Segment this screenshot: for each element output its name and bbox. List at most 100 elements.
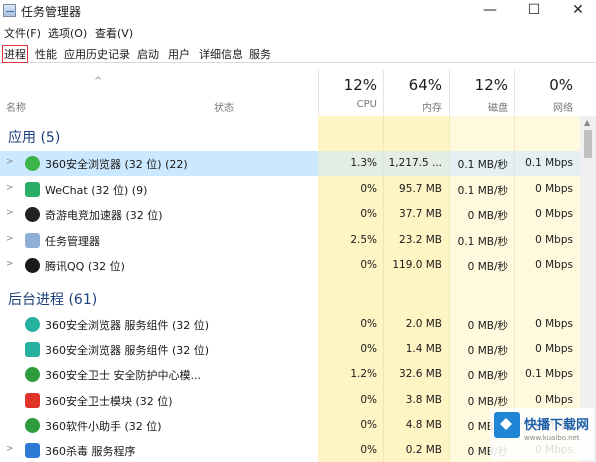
column-divider (383, 70, 384, 115)
expand-chevron-icon[interactable]: > (6, 183, 14, 193)
process-network: 0 Mbps (535, 233, 573, 246)
expand-chevron-icon[interactable]: > (6, 444, 14, 454)
process-memory: 1,217.5 ... (388, 157, 442, 169)
process-cpu: 0% (360, 208, 377, 220)
process-network: 0 Mbps (535, 208, 573, 220)
process-memory: 32.6 MB (399, 368, 442, 381)
process-disk: 0 MB/秒 (467, 395, 508, 408)
process-cpu: 1.2% (350, 368, 377, 381)
column-header-network[interactable]: 网络 (516, 99, 573, 114)
process-cpu: 2.5% (350, 233, 377, 246)
process-name: 360杀毒 服务程序 (45, 445, 136, 458)
process-name: 360软件小助手 (32 位) (45, 419, 162, 433)
process-memory: 3.8 MB (405, 393, 442, 406)
process-memory: 119.0 MB (392, 259, 442, 271)
task-manager-app-icon (3, 4, 16, 17)
process-cpu: 0% (360, 418, 377, 431)
process-name: 360安全卫士模块 (32 位) (45, 394, 173, 408)
menu-bar: 文件(F) 选项(O) 查看(V) (0, 23, 596, 41)
column-header-name[interactable]: 名称 (6, 99, 26, 114)
menu-file[interactable]: 文件(F) (4, 25, 41, 41)
browser-service-icon (25, 317, 40, 332)
tab-processes[interactable]: 进程 (2, 45, 28, 63)
process-row[interactable]: 360安全浏览器 服务组件 (32 位) 0% 1.4 MB 0 MB/秒 0 Mbps (0, 337, 580, 362)
tab-details[interactable]: 详细信息 (199, 46, 243, 62)
process-cpu: 0% (360, 259, 377, 271)
group-header-background[interactable]: 后台进程 (61) (8, 289, 97, 309)
process-cpu: 0% (360, 444, 377, 456)
tab-startup[interactable]: 启动 (137, 46, 159, 62)
process-name: 奇游电竞加速器 (32 位) (45, 209, 163, 222)
process-cpu: 0% (360, 343, 377, 356)
process-cpu: 0% (360, 182, 377, 195)
maximize-button[interactable]: ☐ (516, 0, 552, 22)
memory-total-pct[interactable]: 64% (385, 76, 442, 94)
sort-arrow-icon: ^ (94, 76, 103, 87)
process-memory: 4.8 MB (405, 418, 442, 431)
process-row[interactable]: > WeChat (32 位) (9) 0% 95.7 MB 0.1 MB/秒 0 Mbp… (0, 177, 580, 202)
360-guard-icon (25, 367, 40, 383)
process-row[interactable]: 360安全浏览器 服务组件 (32 位) 0% 2.0 MB 0 MB/秒 0 Mbps (0, 312, 580, 337)
browser-360-icon (25, 156, 40, 171)
column-divider (514, 70, 515, 115)
process-memory: 2.0 MB (405, 318, 442, 330)
tab-performance[interactable]: 性能 (35, 46, 57, 62)
360-antivirus-icon (25, 443, 40, 458)
expand-chevron-icon[interactable]: > (6, 157, 14, 167)
process-memory: 1.4 MB (405, 343, 442, 356)
360-helper-icon (25, 417, 40, 433)
watermark-text: 快播下载网 (524, 418, 590, 433)
process-disk: 0 MB/秒 (467, 320, 508, 332)
tab-users[interactable]: 用户 (168, 46, 190, 62)
task-manager-icon (25, 232, 40, 248)
watermark-url: www.kuaibo.net (524, 434, 580, 442)
process-network: 0 Mbps (535, 259, 573, 271)
title-bar: 任务管理器 — ☐ ✕ (0, 0, 596, 22)
disk-total-pct[interactable]: 12% (451, 76, 508, 94)
menu-view[interactable]: 查看(V) (95, 25, 133, 41)
process-cpu: 1.3% (350, 157, 377, 169)
qq-penguin-icon (25, 258, 40, 273)
site-watermark: 快播下载网 www.kuaibo.net (490, 408, 594, 460)
process-disk: 0.1 MB/秒 (457, 184, 508, 197)
wechat-icon (25, 181, 40, 197)
process-network: 0 Mbps (535, 182, 573, 195)
network-total-pct[interactable]: 0% (516, 76, 573, 94)
column-divider (318, 70, 319, 115)
process-name: WeChat (32 位) (9) (45, 183, 148, 197)
column-header-disk[interactable]: 磁盘 (451, 99, 508, 114)
process-memory: 37.7 MB (399, 208, 442, 220)
process-name: 360安全浏览器 服务组件 (32 位) (45, 344, 210, 358)
minimize-button[interactable]: — (472, 0, 508, 22)
process-disk: 0 MB/秒 (467, 261, 508, 273)
column-header-status[interactable]: 状态 (214, 99, 234, 114)
process-disk: 0 MB/秒 (467, 210, 508, 222)
process-row[interactable]: > 奇游电竞加速器 (32 位) 0% 37.7 MB 0 MB/秒 0 Mbps (0, 202, 580, 227)
close-button[interactable]: ✕ (560, 0, 596, 22)
column-header-cpu[interactable]: CPU (320, 99, 377, 110)
process-disk: 0.1 MB/秒 (457, 235, 508, 248)
process-network: 0.1 Mbps (525, 368, 573, 381)
process-row[interactable]: > 任务管理器 2.5% 23.2 MB 0.1 MB/秒 0 Mbps (0, 228, 580, 253)
process-network: 0 Mbps (535, 343, 573, 356)
cpu-total-pct[interactable]: 12% (320, 76, 377, 94)
process-row[interactable]: >360安全浏览器 (32 位) (22) 1.3% 1,217.5 ... 0.1 … (0, 151, 580, 176)
expand-chevron-icon[interactable]: > (6, 208, 14, 218)
360-module-icon (25, 392, 40, 408)
process-network: 0.1 Mbps (525, 157, 573, 169)
tab-app-history[interactable]: 应用历史记录 (64, 46, 130, 62)
process-row[interactable]: 360安全卫士 安全防护中心模... 1.2% 32.6 MB 0 MB/秒 0.1 M… (0, 362, 580, 387)
process-name: 360安全卫士 安全防护中心模... (45, 369, 201, 383)
tab-services[interactable]: 服务 (249, 46, 271, 62)
scroll-thumb[interactable] (584, 130, 592, 158)
process-row[interactable]: > 腾讯QQ (32 位) 0% 119.0 MB 0 MB/秒 0 Mbps (0, 253, 580, 278)
column-header-memory[interactable]: 内存 (385, 99, 442, 114)
menu-options[interactable]: 选项(O) (48, 25, 87, 41)
process-disk: 0 MB/秒 (467, 345, 508, 358)
process-disk: 0.1 MB/秒 (457, 159, 508, 171)
expand-chevron-icon[interactable]: > (6, 259, 14, 269)
process-name: 360安全浏览器 服务组件 (32 位) (45, 319, 210, 332)
scroll-up-arrow-icon[interactable]: ▲ (584, 118, 590, 127)
group-header-apps[interactable]: 应用 (5) (8, 127, 60, 147)
expand-chevron-icon[interactable]: > (6, 234, 14, 244)
